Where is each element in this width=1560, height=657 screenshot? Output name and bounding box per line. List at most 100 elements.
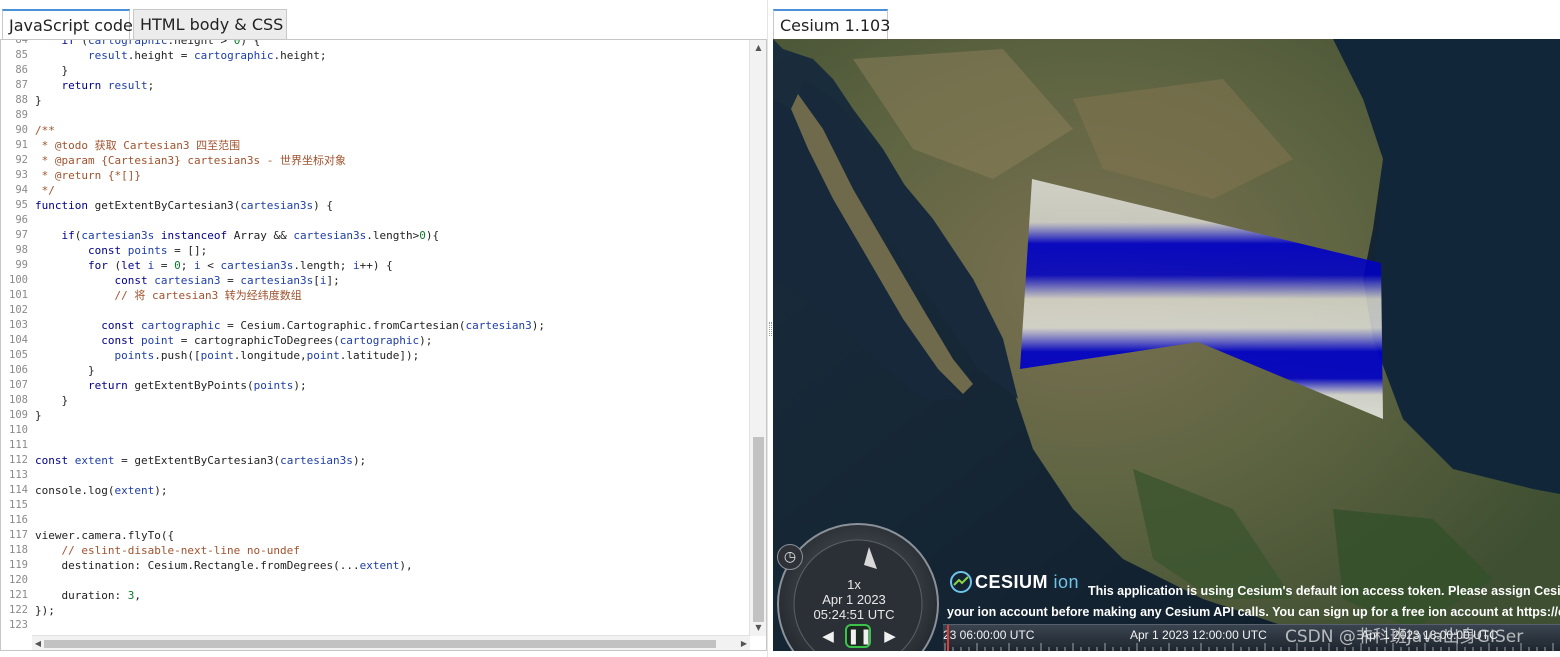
line-number: 93 (15, 169, 28, 181)
line-number: 99 (15, 259, 28, 271)
code-line[interactable]: function getExtentByCartesian3(cartesian… (35, 198, 333, 213)
line-number: 112 (9, 454, 28, 466)
code-line[interactable]: const extent = getExtentByCartesian3(car… (35, 453, 366, 468)
code-line[interactable]: duration: 3, (35, 588, 141, 603)
line-number: 91 (15, 139, 28, 151)
line-number: 108 (9, 394, 28, 406)
line-number: 94 (15, 184, 28, 196)
code-line[interactable]: } (35, 363, 95, 378)
code-line[interactable]: const points = []; (35, 243, 207, 258)
vertical-scrollbar[interactable]: ▲ ▼ (749, 40, 766, 636)
horizontal-scrollbar[interactable]: ◀ ▶ (32, 635, 750, 650)
code-line[interactable]: return getExtentByPoints(points); (35, 378, 307, 393)
line-number: 111 (9, 439, 28, 451)
splitter-grip-icon[interactable] (769, 322, 772, 336)
watermark: CSDN @非科班Java出身GISer (1285, 627, 1524, 647)
code-line[interactable]: } (35, 93, 42, 108)
animation-date: Apr 1 2023 (822, 592, 886, 607)
line-number: 105 (9, 349, 28, 361)
line-number: 86 (15, 64, 28, 76)
reverse-play-icon[interactable]: ◀ (815, 624, 841, 648)
code-editor[interactable]: 84 85 86 87 88 89 90 91 92 93 94 95 96 97 98 99 100 101 10… (0, 39, 767, 651)
code-line[interactable]: * @return {*[]} (35, 168, 141, 183)
line-number: 118 (9, 544, 28, 556)
line-number: 85 (15, 49, 28, 61)
clock-icon[interactable]: ◷ (777, 544, 803, 570)
cesium-logo-icon (950, 571, 972, 593)
code-line[interactable]: // eslint-disable-next-line no-undef (35, 543, 299, 558)
animation-speed: 1x (847, 577, 861, 592)
code-editor-pane: JavaScript code HTML body & CSS 84 85 86 87… (0, 0, 767, 657)
line-number: 114 (9, 484, 28, 496)
code-text-area[interactable]: if (cartographic.height > 0) { result.he… (35, 40, 749, 636)
scroll-up-arrow-icon[interactable]: ▲ (753, 43, 764, 53)
line-number: 102 (9, 304, 28, 316)
code-line[interactable]: destination: Cesium.Rectangle.fromDegree… (35, 558, 413, 573)
cesium-viewer[interactable]: ◷ 1x Apr 1 2023 05:24:51 UTC ◀ ❚❚ ▶ CESI… (773, 39, 1560, 651)
line-number: 96 (15, 214, 28, 226)
credit-text-line-2: your ion account before making any Cesiu… (947, 605, 1560, 619)
line-number: 98 (15, 244, 28, 256)
line-number: 101 (9, 289, 28, 301)
timeline-needle[interactable] (947, 625, 949, 651)
line-number: 110 (9, 424, 28, 436)
code-line[interactable]: * @param {Cartesian3} cartesian3s - 世界坐标… (35, 153, 346, 168)
tab-javascript-code[interactable]: JavaScript code (2, 9, 133, 40)
line-number: 115 (9, 499, 28, 511)
code-line[interactable]: } (35, 63, 68, 78)
line-number: 88 (15, 94, 28, 106)
line-number: 95 (15, 199, 28, 211)
code-line[interactable]: console.log(extent); (35, 483, 167, 498)
scroll-left-arrow-icon[interactable]: ◀ (33, 638, 43, 649)
line-number: 113 (9, 469, 28, 481)
play-icon[interactable]: ▶ (877, 624, 903, 648)
code-line[interactable]: */ (35, 183, 55, 198)
code-line[interactable]: for (let i = 0; i < cartesian3s.length; … (35, 258, 393, 273)
line-number: 84 (15, 39, 28, 46)
line-number: 117 (9, 529, 28, 541)
line-number: 121 (9, 589, 28, 601)
line-number: 104 (9, 334, 28, 346)
code-line[interactable]: } (35, 408, 42, 423)
line-number: 103 (9, 319, 28, 331)
line-number: 119 (9, 559, 28, 571)
code-line[interactable]: if (cartographic.height > 0) { (35, 40, 261, 48)
code-line[interactable]: const cartesian3 = cartesian3s[i]; (35, 273, 339, 288)
code-line[interactable]: } (35, 393, 68, 408)
pause-icon[interactable]: ❚❚ (845, 624, 872, 648)
code-line[interactable]: // 将 cartesian3 转为经纬度数组 (35, 288, 301, 303)
scroll-right-arrow-icon[interactable]: ▶ (739, 638, 749, 649)
horizontal-scroll-thumb[interactable] (44, 640, 716, 648)
credit-text-line-1: This application is using Cesium's defau… (1088, 584, 1560, 598)
line-number: 87 (15, 79, 28, 91)
line-number: 90 (15, 124, 28, 136)
code-line[interactable]: const cartographic = Cesium.Cartographic… (35, 318, 545, 333)
line-number: 116 (9, 514, 28, 526)
code-line[interactable]: result.height = cartographic.height; (35, 48, 326, 63)
code-line[interactable]: /** (35, 123, 55, 138)
line-number: 100 (9, 274, 28, 286)
code-line[interactable]: points.push([point.longitude,point.latit… (35, 348, 419, 363)
code-line[interactable]: return result; (35, 78, 155, 93)
scroll-down-arrow-icon[interactable]: ▼ (753, 623, 764, 633)
code-line[interactable]: if(cartesian3s instanceof Array && carte… (35, 228, 440, 243)
vertical-scroll-thumb[interactable] (753, 437, 764, 622)
line-number: 120 (9, 574, 28, 586)
cesium-logo-wordmark: CESIUM ion (975, 572, 1080, 592)
line-number: 92 (15, 154, 28, 166)
line-number: 89 (15, 109, 28, 121)
timeline-label: Apr 1 2023 12:00:00 UTC (1130, 628, 1267, 642)
line-number-gutter: 84 85 86 87 88 89 90 91 92 93 94 95 96 97 98 99 100 101 10… (1, 40, 32, 636)
code-line[interactable]: }); (35, 603, 55, 618)
line-number: 97 (15, 229, 28, 241)
code-line[interactable]: const point = cartographicToDegrees(cart… (35, 333, 432, 348)
tab-html-body-css[interactable]: HTML body & CSS (133, 9, 287, 39)
tab-cesium[interactable]: Cesium 1.103 (773, 9, 890, 40)
animation-time: 05:24:51 UTC (813, 607, 895, 622)
timeline-label: 23 06:00:00 UTC (943, 628, 1035, 642)
line-number: 106 (9, 364, 28, 376)
code-line[interactable]: viewer.camera.flyTo({ (35, 528, 174, 543)
line-number: 122 (9, 604, 28, 616)
globe-map-view[interactable] (773, 39, 1560, 651)
code-line[interactable]: * @todo 获取 Cartesian3 四至范围 (35, 138, 240, 153)
